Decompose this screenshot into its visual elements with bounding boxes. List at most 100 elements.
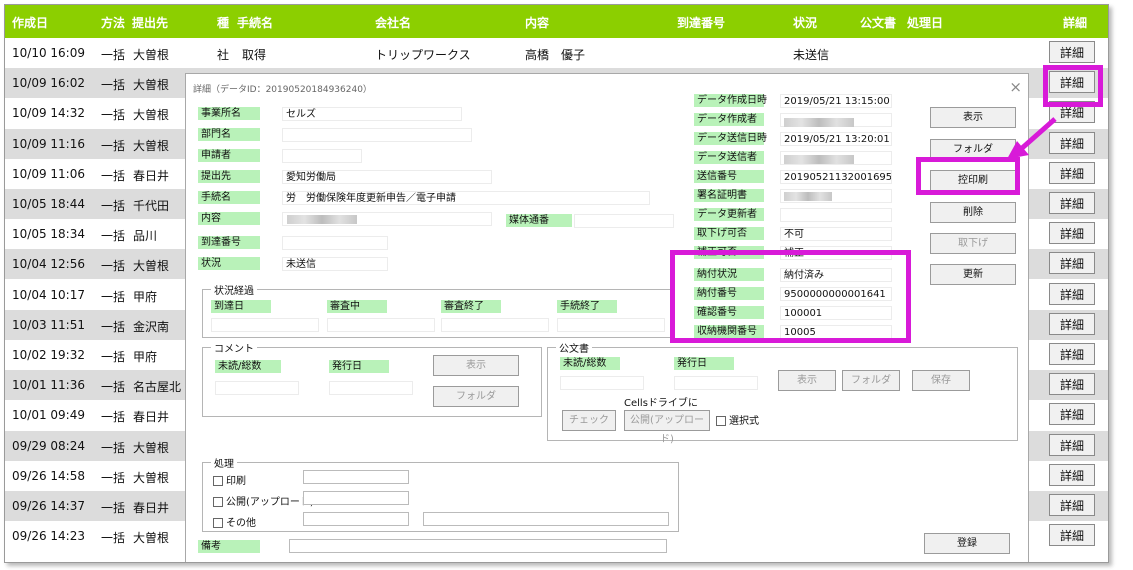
col-detail: 詳細	[1063, 16, 1088, 30]
row-method: 一括	[101, 470, 126, 485]
col-content: 内容	[525, 16, 550, 30]
other-checkbox-box[interactable]	[213, 518, 223, 528]
row-method: 一括	[101, 410, 126, 425]
print-checkbox-box[interactable]	[213, 476, 223, 486]
publish-field[interactable]	[303, 491, 409, 505]
detail-button[interactable]: 詳細	[1049, 192, 1095, 214]
detail-button[interactable]: 詳細	[1049, 222, 1095, 245]
detail-button[interactable]: 詳細	[1049, 494, 1095, 516]
official-unread-field[interactable]	[560, 376, 644, 390]
official-show-button[interactable]: 表示	[778, 370, 836, 391]
register-button[interactable]: 登録	[924, 533, 1010, 554]
content-field[interactable]	[282, 212, 492, 226]
row-destination: 大曽根	[133, 531, 170, 546]
delete-button[interactable]: 削除	[930, 202, 1016, 223]
publish-checkbox-box[interactable]	[213, 497, 223, 507]
row-date: 09/29 08:24	[12, 438, 85, 453]
official-publish-button[interactable]: 公開(アップロード)	[624, 410, 710, 445]
select-checkbox-box[interactable]	[716, 416, 726, 426]
media-field[interactable]	[574, 214, 674, 228]
note-field[interactable]	[289, 539, 667, 553]
row-content: 高橋 優子	[525, 48, 586, 62]
meta-value[interactable]: 2019/05/21 13:15:00	[780, 94, 892, 108]
row-method: 一括	[101, 531, 126, 546]
dept-label: 部門名	[198, 128, 260, 141]
table-row[interactable]: 10/10 16:09 一括 大曽根 社取得 トリップワークス 高橋 優子 未送信 詳細	[5, 38, 1108, 68]
office-field[interactable]: セルズ	[282, 107, 462, 121]
review-done-field[interactable]	[441, 318, 549, 332]
arrival-date-field[interactable]	[211, 318, 319, 332]
status-field[interactable]: 未送信	[282, 257, 388, 271]
arrival-date-label: 到達日	[211, 300, 271, 313]
procname-field[interactable]: 労 労働保険年度更新申告／電子申請	[282, 191, 650, 205]
meta-value[interactable]: 201905211320016958	[780, 170, 892, 184]
arrival-field[interactable]	[282, 236, 388, 250]
official-folder-button[interactable]: フォルダ	[842, 370, 900, 391]
comment-show-button[interactable]: 表示	[433, 355, 519, 376]
print-field[interactable]	[303, 470, 409, 484]
content-label: 内容	[198, 212, 260, 225]
review-done-label: 審査終了	[441, 300, 501, 313]
row-date: 10/04 12:56	[12, 257, 85, 272]
comment-issue-label: 発行日	[329, 360, 389, 373]
other-field-2[interactable]	[423, 512, 669, 526]
other-field-1[interactable]	[303, 512, 409, 526]
show-button[interactable]: 表示	[930, 107, 1016, 128]
row-company: トリップワークス	[375, 48, 471, 62]
procname-label: 手続名	[198, 191, 260, 204]
dept-field[interactable]	[282, 128, 472, 142]
update-button[interactable]: 更新	[930, 264, 1016, 285]
redacted-content	[287, 215, 357, 224]
dialog-title: 詳細（データID：20190520184936240）	[193, 85, 372, 95]
list-header: 作成日 方法 提出先 種 手続名 会社名 内容 到達番号 状況 公文書 処理日 …	[5, 5, 1108, 38]
meta-value[interactable]	[780, 208, 892, 222]
detail-button[interactable]: 詳細	[1049, 433, 1095, 456]
meta-value[interactable]: 2019/05/21 13:20:01	[780, 132, 892, 146]
applicant-field[interactable]	[282, 149, 362, 163]
row-date: 09/26 14:23	[12, 529, 85, 544]
meta-label: 署名証明書	[694, 189, 764, 202]
detail-button[interactable]: 詳細	[1049, 161, 1095, 184]
official-issue-field[interactable]	[674, 376, 758, 390]
official-save-button[interactable]: 保存	[912, 370, 970, 391]
row-destination: 大曽根	[133, 440, 170, 455]
detail-button[interactable]: 詳細	[1049, 41, 1095, 63]
review-field[interactable]	[327, 318, 435, 332]
withdraw-button[interactable]: 取下げ	[930, 233, 1016, 254]
col-procedure: 手続名	[237, 16, 274, 30]
row-method: 一括	[101, 78, 126, 93]
proc-done-field[interactable]	[557, 318, 665, 332]
select-checkbox[interactable]: 選択式	[716, 412, 759, 427]
row-method: 一括	[101, 48, 126, 62]
row-date: 10/09 16:02	[12, 76, 85, 91]
other-checkbox[interactable]: その他	[213, 514, 256, 529]
detail-button[interactable]: 詳細	[1049, 252, 1095, 275]
process-group: 処理 印刷 公開(アップロード) その他	[202, 455, 679, 532]
row-date: 10/09 14:32	[12, 106, 85, 121]
meta-value[interactable]: 不可	[780, 227, 892, 241]
comment-folder-button[interactable]: フォルダ	[433, 386, 519, 407]
detail-button[interactable]: 詳細	[1049, 524, 1095, 547]
official-check-button[interactable]: チェック	[562, 410, 616, 431]
row-procedure: 取得	[242, 48, 267, 62]
detail-button[interactable]: 詳細	[1049, 463, 1095, 486]
detail-button[interactable]: 詳細	[1049, 403, 1095, 426]
row-destination: 大曽根	[133, 470, 170, 485]
row-method: 一括	[101, 501, 126, 515]
submit-field[interactable]: 愛知労働局	[282, 170, 492, 184]
row-date: 10/05 18:44	[12, 197, 85, 211]
row-method: 一括	[101, 440, 126, 455]
row-method: 一括	[101, 319, 126, 334]
detail-button[interactable]: 詳細	[1049, 373, 1095, 396]
comment-title: コメント	[211, 340, 257, 355]
publish-checkbox[interactable]: 公開(アップロード)	[213, 493, 314, 508]
detail-button[interactable]: 詳細	[1049, 282, 1095, 305]
progress-title: 状況経過	[211, 282, 257, 297]
print-checkbox[interactable]: 印刷	[213, 472, 246, 487]
detail-button[interactable]: 詳細	[1049, 343, 1095, 365]
row-destination: 金沢南	[133, 319, 170, 334]
close-icon[interactable]: ×	[1009, 78, 1022, 96]
detail-button[interactable]: 詳細	[1049, 312, 1095, 335]
comment-unread-field[interactable]	[215, 381, 299, 395]
comment-issue-field[interactable]	[329, 381, 413, 395]
